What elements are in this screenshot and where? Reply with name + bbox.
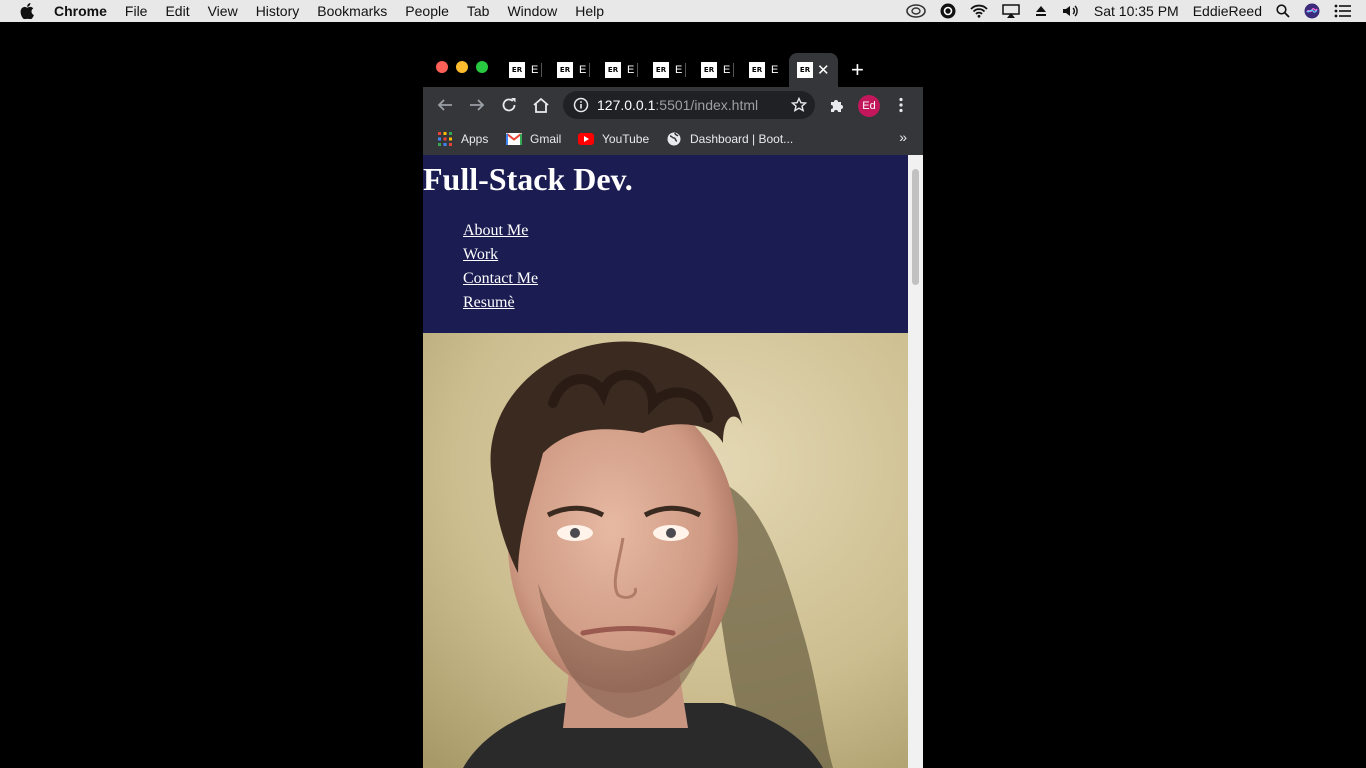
site-header: Full-Stack Dev. About Me Work Contact Me… [423,155,908,333]
bookmark-label: Dashboard | Boot... [690,132,794,146]
tab-4[interactable]: ER E [653,59,686,81]
tab-1[interactable]: ER E [509,59,542,81]
nav-link-about-me[interactable]: About Me [463,222,528,239]
menu-help[interactable]: Help [575,3,604,19]
tab-6[interactable]: ER E [749,59,778,81]
favicon: ER [653,62,669,78]
menu-file[interactable]: File [125,3,148,19]
favicon: ER [509,62,525,78]
tab-separator [685,63,686,77]
bookmark-youtube[interactable]: YouTube [578,131,649,147]
tab-title: E [723,64,730,76]
tab-title: E [675,64,682,76]
extensions-puzzle-icon[interactable] [827,95,847,115]
site-nav: About Me Work Contact Me Resumè [463,222,538,318]
reload-icon[interactable] [499,95,519,115]
tab-3[interactable]: ER E [605,59,638,81]
url-host: 127.0.0.1 [597,97,656,113]
tab-strip: ER E ER E ER E ER E ER E ER E ER ✕ + [423,53,923,87]
menu-window[interactable]: Window [507,3,557,19]
status-area: Sat 10:35 PM EddieReed [906,0,1366,22]
profile-avatar[interactable]: Ed [858,95,880,117]
page-viewport: Full-Stack Dev. About Me Work Contact Me… [423,155,923,768]
minimize-window-button[interactable] [456,61,468,73]
tab-title: E [531,64,538,76]
url-path: :5501/index.html [655,97,759,113]
back-icon[interactable] [435,95,455,115]
site-info-icon[interactable] [573,97,589,113]
bookmark-star-icon[interactable] [790,96,808,116]
web-page: Full-Stack Dev. About Me Work Contact Me… [423,155,908,768]
menu-bookmarks[interactable]: Bookmarks [317,3,387,19]
browser-window: ER E ER E ER E ER E ER E ER E ER ✕ + 127… [423,53,923,768]
close-tab-icon[interactable]: ✕ [817,61,830,79]
volume-icon[interactable] [1062,4,1080,18]
tab-2[interactable]: ER E [557,59,590,81]
apple-icon[interactable] [20,3,36,19]
bookmark-label: YouTube [602,132,650,146]
clock[interactable]: Sat 10:35 PM [1094,3,1179,19]
airplay-icon[interactable] [1002,4,1020,18]
favicon: ER [797,62,813,78]
bookmark-label: Gmail [530,132,562,146]
new-tab-button[interactable]: + [851,59,864,81]
home-icon[interactable] [531,95,551,115]
tab-active[interactable]: ER ✕ [789,53,838,87]
close-window-button[interactable] [436,61,448,73]
nav-link-contact-me[interactable]: Contact Me [463,270,538,287]
tab-title: E [771,64,778,76]
favicon: ER [749,62,765,78]
wifi-icon[interactable] [970,4,988,18]
tab-title: E [627,64,634,76]
youtube-icon [578,131,594,147]
macos-menu-bar: Chrome File Edit View History Bookmarks … [0,0,1366,22]
bookmark-label: Apps [461,132,489,146]
nav-item: Contact Me [463,270,538,294]
menu-view[interactable]: View [208,3,238,19]
bookmark-apps[interactable]: Apps [437,131,488,147]
tab-separator [541,63,542,77]
favicon: ER [557,62,573,78]
menu-edit[interactable]: Edit [165,3,189,19]
grammarly-icon[interactable] [940,3,956,19]
notification-center-icon[interactable] [1334,4,1352,18]
page-scrollbar[interactable] [908,155,923,768]
globe-icon [666,131,682,147]
menu-history[interactable]: History [256,3,300,19]
nav-item: About Me [463,222,538,246]
tab-separator [589,63,590,77]
address-bar[interactable]: 127.0.0.1:5501/index.html [563,91,815,119]
profile-photo [423,333,908,768]
site-title: Full-Stack Dev. [423,161,633,197]
gmail-icon [506,131,522,147]
browser-toolbar: 127.0.0.1:5501/index.html Ed [423,87,923,123]
user-name[interactable]: EddieReed [1193,3,1262,19]
nav-link-work[interactable]: Work [463,246,498,263]
bookmark-dashboard[interactable]: Dashboard | Boot... [666,131,793,147]
apps-grid-icon [437,131,453,147]
chrome-menu-icon[interactable] [891,95,911,115]
spotlight-search-icon[interactable] [1276,4,1290,18]
menu-app-chrome[interactable]: Chrome [54,3,107,19]
creative-cloud-icon[interactable] [906,4,926,18]
menu-tab[interactable]: Tab [467,3,490,19]
favicon: ER [605,62,621,78]
bookmark-gmail[interactable]: Gmail [506,131,561,147]
siri-icon[interactable] [1304,3,1320,19]
nav-link-resume[interactable]: Resumè [463,294,515,311]
tab-separator [637,63,638,77]
bookmarks-bar: Apps Gmail YouTube Dashboard | Boot... » [423,123,923,155]
nav-item: Resumè [463,294,538,318]
tab-separator [733,63,734,77]
nav-item: Work [463,246,538,270]
menu-people[interactable]: People [405,3,449,19]
favicon: ER [701,62,717,78]
tab-5[interactable]: ER E [701,59,734,81]
bookmarks-overflow-button[interactable]: » [899,129,907,145]
eject-icon[interactable] [1034,4,1048,18]
tab-title: E [579,64,586,76]
zoom-window-button[interactable] [476,61,488,73]
forward-icon[interactable] [467,95,487,115]
scrollbar-thumb[interactable] [912,169,919,285]
